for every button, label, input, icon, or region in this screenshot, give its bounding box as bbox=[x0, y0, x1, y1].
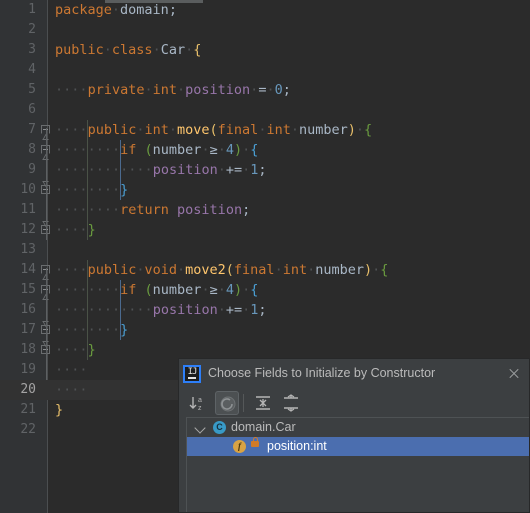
code-line[interactable]: 11 ········return position; bbox=[0, 200, 530, 220]
ide-window: 1 package·domain; 2 3 public·class·Car·{ 4 5 ··… bbox=[0, 0, 530, 513]
collapse-all-button[interactable] bbox=[279, 391, 303, 415]
code-line[interactable]: 18 ····} bbox=[0, 340, 530, 360]
tree-row-label: domain.Car bbox=[231, 420, 296, 434]
fold-expand-icon[interactable] bbox=[41, 285, 52, 300]
fold-expand-icon[interactable] bbox=[41, 145, 52, 160]
tree-row[interactable]: f position:int bbox=[187, 437, 529, 456]
fold-region-bar bbox=[45, 128, 47, 240]
line-number: 12 bbox=[20, 222, 36, 237]
fold-expand-icon[interactable] bbox=[41, 265, 52, 280]
code-text: public·class·Car·{ bbox=[55, 42, 202, 58]
code-line[interactable]: 10 ········} bbox=[0, 180, 530, 200]
class-icon: C bbox=[213, 421, 226, 434]
indent-guide bbox=[120, 280, 121, 340]
line-number: 3 bbox=[28, 42, 36, 57]
code-line[interactable]: 9 ············position·+=·1; bbox=[0, 160, 530, 180]
show-non-public-icon bbox=[217, 393, 239, 420]
collapse-all-icon bbox=[280, 392, 302, 419]
intellij-logo-bar bbox=[188, 377, 196, 379]
line-number: 4 bbox=[28, 62, 36, 77]
intellij-logo-icon: IJ bbox=[183, 365, 201, 383]
svg-text:a: a bbox=[198, 397, 202, 404]
svg-text:z: z bbox=[198, 405, 202, 412]
line-number: 21 bbox=[20, 402, 36, 417]
field-icon: f bbox=[233, 440, 246, 453]
intellij-logo-text: IJ bbox=[187, 367, 198, 377]
expand-all-icon bbox=[252, 392, 274, 419]
line-number: 8 bbox=[28, 142, 36, 157]
expand-all-button[interactable] bbox=[251, 391, 275, 415]
dialog-titlebar[interactable]: IJ Choose Fields to Initialize by Constr… bbox=[179, 359, 529, 389]
line-number: 22 bbox=[20, 422, 36, 437]
tree-row[interactable]: Cdomain.Car bbox=[187, 418, 529, 437]
close-icon[interactable] bbox=[506, 366, 522, 382]
indent-guide bbox=[120, 140, 121, 200]
chevron-down-icon[interactable] bbox=[194, 422, 206, 434]
line-number: 17 bbox=[20, 322, 36, 337]
line-number: 13 bbox=[20, 242, 36, 257]
line-number: 9 bbox=[28, 162, 36, 177]
line-number: 15 bbox=[20, 282, 36, 297]
line-number: 5 bbox=[28, 82, 36, 97]
fields-tree[interactable]: Cdomain.Car f position:int bbox=[186, 417, 529, 512]
code-text: ····public·void·move2(final·int·number)·… bbox=[55, 262, 389, 278]
code-line[interactable]: 1 package·domain; bbox=[0, 0, 530, 20]
code-line[interactable]: 13 bbox=[0, 240, 530, 260]
toolbar-separator bbox=[243, 394, 244, 412]
code-text: ···· bbox=[55, 382, 88, 398]
code-line[interactable]: 5 ····private·int·position·=·0; bbox=[0, 80, 530, 100]
lock-icon bbox=[251, 437, 259, 447]
code-text: package·domain; bbox=[55, 2, 177, 18]
line-number: 19 bbox=[20, 362, 36, 377]
code-text: ····} bbox=[55, 222, 96, 238]
code-text: ········} bbox=[55, 322, 129, 338]
fold-collapse-icon[interactable] bbox=[41, 181, 52, 196]
code-text: ········return position; bbox=[55, 202, 251, 218]
code-text: ········} bbox=[55, 182, 129, 198]
line-number: 7 bbox=[28, 122, 36, 137]
code-line[interactable]: 6 bbox=[0, 100, 530, 120]
line-number: 2 bbox=[28, 22, 36, 37]
show-non-public-button[interactable] bbox=[215, 391, 239, 415]
code-line[interactable]: 4 bbox=[0, 60, 530, 80]
code-line[interactable]: 12 ····} bbox=[0, 220, 530, 240]
fold-expand-icon[interactable] bbox=[41, 125, 52, 140]
sort-alphabetically-icon: az bbox=[187, 392, 209, 419]
line-number: 14 bbox=[20, 262, 36, 277]
code-line[interactable]: 16 ············position·+=·1; bbox=[0, 300, 530, 320]
sort-alphabetically-button[interactable]: az bbox=[186, 391, 210, 415]
line-number: 18 bbox=[20, 342, 36, 357]
code-line[interactable]: 14 ····public·void·move2(final·int·number… bbox=[0, 260, 530, 280]
line-number: 6 bbox=[28, 102, 36, 117]
fold-collapse-icon[interactable] bbox=[41, 221, 52, 236]
fold-region-bar bbox=[45, 268, 47, 380]
code-line[interactable]: 3 public·class·Car·{ bbox=[0, 40, 530, 60]
choose-fields-dialog[interactable]: IJ Choose Fields to Initialize by Constr… bbox=[178, 358, 530, 513]
fold-collapse-icon[interactable] bbox=[41, 341, 52, 356]
tree-row-label: position:int bbox=[267, 439, 327, 453]
code-text: ········if (number·≥·4)·{ bbox=[55, 282, 259, 298]
code-line[interactable]: 17 ········} bbox=[0, 320, 530, 340]
indent-guide bbox=[87, 120, 88, 240]
line-number: 1 bbox=[28, 2, 36, 17]
line-number: 20 bbox=[20, 382, 36, 397]
code-text: } bbox=[55, 402, 64, 418]
code-text: ····public·int·move(final·int·number)·{ bbox=[55, 122, 373, 138]
dialog-title: Choose Fields to Initialize by Construct… bbox=[208, 366, 436, 380]
fold-collapse-icon[interactable] bbox=[41, 321, 52, 336]
line-number: 16 bbox=[20, 302, 36, 317]
code-text: ····private·int·position·=·0; bbox=[55, 82, 291, 98]
code-line[interactable]: 8 ········if (number·≥·4)·{ bbox=[0, 140, 530, 160]
line-number: 11 bbox=[20, 202, 36, 217]
code-text: ········if (number·≥·4)·{ bbox=[55, 142, 259, 158]
code-line[interactable]: 15 ········if (number·≥·4)·{ bbox=[0, 280, 530, 300]
code-text: ····} bbox=[55, 342, 96, 358]
line-number: 10 bbox=[20, 182, 36, 197]
indent-guide bbox=[87, 260, 88, 360]
dialog-toolbar[interactable]: az bbox=[179, 389, 529, 417]
code-line[interactable]: 2 bbox=[0, 20, 530, 40]
code-line[interactable]: 7 ····public·int·move(final·int·number)·{ bbox=[0, 120, 530, 140]
code-text: ···· bbox=[55, 362, 88, 378]
